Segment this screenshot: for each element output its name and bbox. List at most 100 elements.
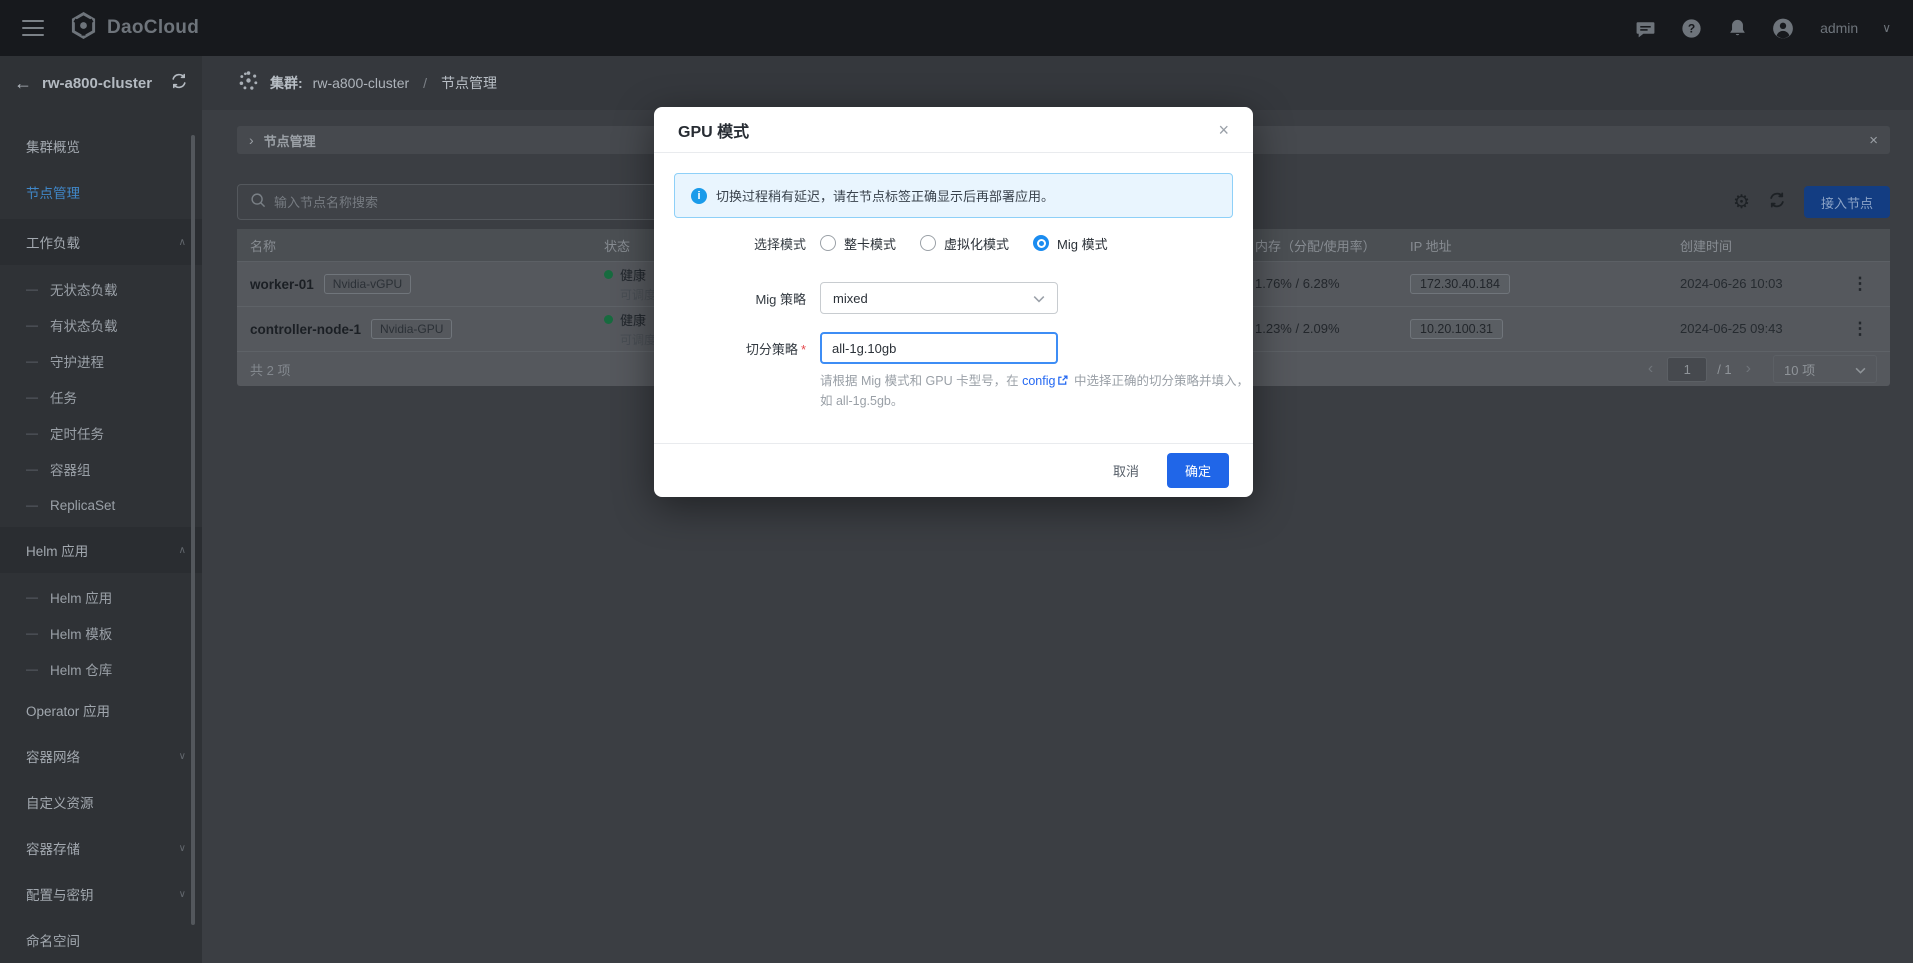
help-icon[interactable]: ?	[1680, 17, 1702, 39]
col-header-memory: 内存（分配/使用率）	[1255, 236, 1410, 255]
cell-name: controller-node-1Nvidia-GPU	[237, 319, 604, 339]
sidebar-item-自定义资源[interactable]: 自定义资源	[0, 779, 202, 825]
settings-gear-icon[interactable]: ⚙	[1733, 193, 1750, 212]
page-size-value: 10 项	[1784, 360, 1815, 379]
sidebar-scrollbar[interactable]	[191, 135, 195, 925]
page-number-box[interactable]: 1	[1667, 357, 1707, 382]
split-strategy-input[interactable]	[820, 332, 1058, 364]
kebab-menu-icon[interactable]: ⋮	[1852, 319, 1869, 338]
cluster-header: ← rw-a800-cluster	[0, 56, 202, 110]
refresh-icon[interactable]	[1768, 191, 1786, 213]
cell-name: worker-01Nvidia-vGPU	[237, 274, 604, 294]
mode-label: 选择模式	[674, 234, 820, 253]
mode-radio-虚拟化模式[interactable]: 虚拟化模式	[920, 234, 1009, 253]
sidebar-item-容器存储[interactable]: 容器存储∨	[0, 825, 202, 871]
cancel-button[interactable]: 取消	[1097, 453, 1155, 488]
sidebar-item-Helm 应用[interactable]: Helm 应用∧	[0, 527, 202, 573]
mig-strategy-label: Mig 策略	[674, 289, 820, 308]
cell-ip: 172.30.40.184	[1410, 274, 1680, 294]
info-alert: i 切换过程稍有延迟，请在节点标签正确显示后再部署应用。	[674, 173, 1233, 218]
user-avatar[interactable]	[1772, 17, 1794, 39]
sidebar-item-Helm 应用[interactable]: —Helm 应用	[0, 579, 202, 615]
sidebar-item-命名空间[interactable]: 命名空间	[0, 917, 202, 963]
sidebar-item-Operator 应用[interactable]: Operator 应用	[0, 687, 202, 733]
radio-icon[interactable]	[820, 235, 836, 251]
status-label: 健康	[620, 310, 646, 329]
page-prev-icon[interactable]: ‹	[1644, 360, 1657, 378]
config-link[interactable]: config	[1022, 374, 1055, 388]
search-box[interactable]	[237, 184, 692, 220]
chevron-down-icon	[1855, 362, 1866, 377]
node-name-link[interactable]: controller-node-1	[250, 322, 361, 337]
confirm-button[interactable]: 确定	[1167, 453, 1229, 488]
alert-text: 切换过程稍有延迟，请在节点标签正确显示后再部署应用。	[716, 186, 1054, 205]
sidebar-item-label: 有状态负载	[50, 315, 118, 335]
page-next-icon[interactable]: ›	[1742, 360, 1755, 378]
search-input[interactable]	[274, 195, 679, 210]
sidebar-item-label: 配置与密钥	[26, 884, 94, 904]
sidebar-item-节点管理[interactable]: 节点管理	[0, 169, 202, 215]
sidebar-item-label: 守护进程	[50, 351, 104, 371]
search-icon	[250, 192, 266, 213]
mode-radio-Mig 模式[interactable]: Mig 模式	[1033, 234, 1108, 253]
sidebar-item-工作负载[interactable]: 工作负载 ∧	[0, 219, 202, 265]
menu-toggle-icon[interactable]	[22, 20, 44, 36]
page-size-select[interactable]: 10 项	[1773, 355, 1877, 383]
sidebar-item-任务[interactable]: —任务	[0, 379, 202, 415]
sidebar-item-有状态负载[interactable]: —有状态负载	[0, 307, 202, 343]
svg-text:?: ?	[1687, 21, 1694, 35]
back-arrow-icon[interactable]: ←	[14, 74, 32, 92]
breadcrumb-separator: /	[423, 75, 427, 91]
chevron-down-icon: ∨	[179, 889, 186, 900]
sidebar-item-label: 容器存储	[26, 838, 80, 858]
sidebar-item-label: 工作负载	[26, 232, 80, 252]
radio-label: 虚拟化模式	[944, 234, 1009, 253]
col-header-ip: IP 地址	[1410, 236, 1680, 255]
chevron-down-icon: ∨	[179, 751, 186, 762]
sidebar-item-label: Operator 应用	[26, 700, 110, 720]
feedback-icon[interactable]	[1634, 17, 1656, 39]
chevron-up-icon: ∧	[179, 545, 186, 556]
join-node-button[interactable]: 接入节点	[1804, 186, 1890, 218]
page-total-label: / 1	[1717, 362, 1731, 377]
breadcrumb-cluster-name[interactable]: rw-a800-cluster	[313, 75, 409, 91]
radio-selected-icon[interactable]	[1033, 235, 1049, 251]
cell-memory: 1.76% / 6.28%	[1255, 275, 1410, 293]
col-header-name: 名称	[237, 236, 604, 255]
dash-bullet-icon: —	[26, 426, 38, 440]
node-name-link[interactable]: worker-01	[250, 277, 314, 292]
dialog-close-icon[interactable]: ×	[1218, 121, 1229, 139]
split-strategy-row: 切分策略*	[674, 332, 1233, 364]
sidebar-menu: 集群概览节点管理工作负载∧—无状态负载—有状态负载—守护进程—任务—定时任务—容…	[0, 123, 202, 963]
sidebar-item-ReplicaSet[interactable]: —ReplicaSet	[0, 487, 202, 523]
sidebar-item-Helm 仓库[interactable]: —Helm 仓库	[0, 651, 202, 687]
notifications-bell-icon[interactable]	[1726, 17, 1748, 39]
mig-strategy-row: Mig 策略 mixed	[674, 282, 1233, 314]
panel-close-icon[interactable]: ×	[1869, 132, 1878, 149]
sidebar-item-容器网络[interactable]: 容器网络∨	[0, 733, 202, 779]
dash-bullet-icon: —	[26, 590, 38, 604]
radio-icon[interactable]	[920, 235, 936, 251]
cluster-switch-icon[interactable]	[170, 72, 188, 95]
sidebar-item-集群概览[interactable]: 集群概览	[0, 123, 202, 169]
sidebar-item-label: Helm 模板	[50, 623, 112, 643]
sidebar-item-无状态负载[interactable]: —无状态负载	[0, 271, 202, 307]
kebab-menu-icon[interactable]: ⋮	[1852, 274, 1869, 293]
mode-radio-整卡模式[interactable]: 整卡模式	[820, 234, 896, 253]
gpu-mode-dialog: GPU 模式 × i 切换过程稍有延迟，请在节点标签正确显示后再部署应用。 选择…	[654, 107, 1253, 497]
memory-value: 1.76% / 6.28%	[1255, 276, 1340, 291]
panel-chevron-icon: ›	[249, 132, 254, 148]
cell-actions: ⋮	[1830, 319, 1890, 339]
sidebar-item-配置与密钥[interactable]: 配置与密钥 ∨	[0, 871, 202, 917]
sidebar-item-容器组[interactable]: —容器组	[0, 451, 202, 487]
mig-strategy-select[interactable]: mixed	[820, 282, 1058, 314]
sidebar-item-Helm 模板[interactable]: —Helm 模板	[0, 615, 202, 651]
brand-logo[interactable]: DaoCloud	[70, 12, 199, 44]
sidebar-item-label: 无状态负载	[50, 279, 118, 299]
user-menu-chevron-icon[interactable]: ∨	[1882, 21, 1891, 35]
chevron-up-icon: ∧	[179, 237, 186, 248]
dash-bullet-icon: —	[26, 498, 38, 512]
sidebar-item-守护进程[interactable]: —守护进程	[0, 343, 202, 379]
sidebar-item-定时任务[interactable]: —定时任务	[0, 415, 202, 451]
created-time: 2024-06-25 09:43	[1680, 321, 1783, 336]
